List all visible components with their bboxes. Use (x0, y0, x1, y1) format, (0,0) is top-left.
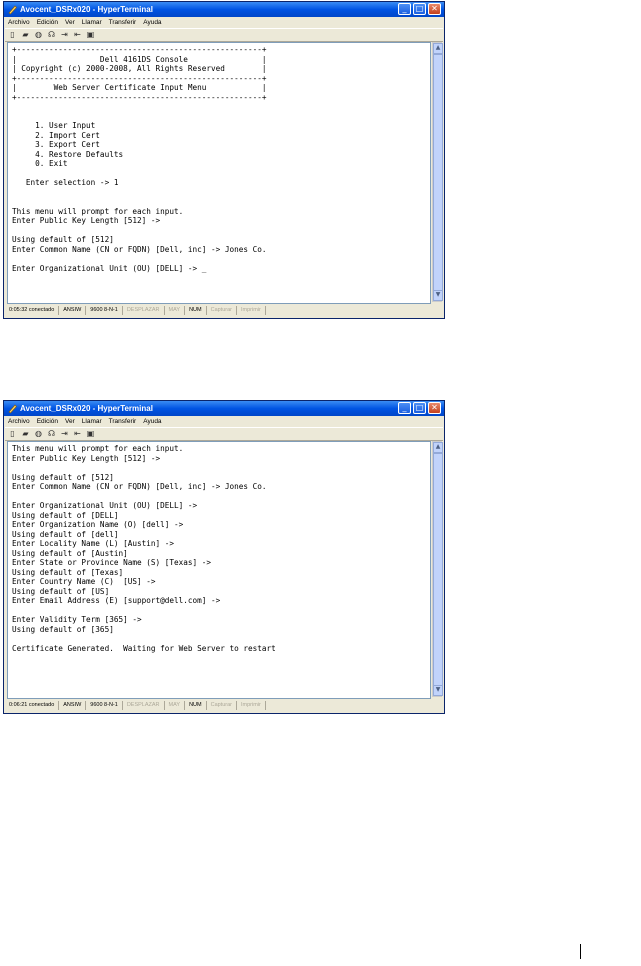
menu-transferir[interactable]: Transferir (109, 418, 137, 425)
scroll-down-arrow-icon[interactable]: ▼ (433, 685, 443, 696)
menu-bar: Archivo Edición Ver Llamar Transferir Ay… (5, 416, 443, 427)
scroll-up-arrow-icon[interactable]: ▲ (433, 442, 443, 453)
status-settings: 9600 8-N-1 (86, 305, 123, 315)
phone-icon (8, 404, 17, 414)
call-icon[interactable]: ◍ (34, 430, 43, 438)
status-emulation: ANSIW (59, 305, 87, 315)
menu-bar: Archivo Edición Ver Llamar Transferir Ay… (5, 17, 443, 28)
toolbar: ▯ ▰ ◍ ☊ ⇥ ⇤ ▣ (5, 28, 443, 42)
menu-archivo[interactable]: Archivo (8, 19, 30, 26)
phone-icon (8, 5, 17, 15)
scroll-thumb[interactable] (433, 453, 443, 686)
status-scroll: DESPLAZAR (123, 700, 165, 710)
hyperterminal-window-1: Avocent_DSRx020 - HyperTerminal _ □ ✕ Ar… (3, 1, 445, 319)
status-caps: MAY (165, 305, 186, 315)
maximize-button[interactable]: □ (413, 3, 426, 15)
terminal-area[interactable]: +---------------------------------------… (7, 42, 431, 304)
window-title: Avocent_DSRx020 - HyperTerminal (20, 404, 153, 413)
status-print: Imprimir (237, 305, 266, 315)
scroll-thumb[interactable] (433, 54, 443, 291)
status-settings: 9600 8-N-1 (86, 700, 123, 710)
menu-ver[interactable]: Ver (65, 418, 75, 425)
menu-ver[interactable]: Ver (65, 19, 75, 26)
menu-llamar[interactable]: Llamar (82, 418, 102, 425)
properties-icon[interactable]: ▣ (86, 430, 95, 438)
hyperterminal-window-2: Avocent_DSRx020 - HyperTerminal _ □ ✕ Ar… (3, 400, 445, 714)
menu-edicion[interactable]: Edición (37, 19, 58, 26)
title-bar[interactable]: Avocent_DSRx020 - HyperTerminal _ □ ✕ (4, 2, 444, 17)
status-caps: MAY (165, 700, 186, 710)
title-bar[interactable]: Avocent_DSRx020 - HyperTerminal _ □ ✕ (4, 401, 444, 416)
open-folder-icon[interactable]: ▰ (21, 31, 30, 39)
menu-archivo[interactable]: Archivo (8, 418, 30, 425)
terminal-text: +---------------------------------------… (12, 45, 267, 273)
new-file-icon[interactable]: ▯ (8, 430, 17, 438)
status-capture: Capturar (207, 700, 237, 710)
minimize-button[interactable]: _ (398, 402, 411, 414)
disconnect-icon[interactable]: ☊ (47, 430, 56, 438)
disconnect-icon[interactable]: ☊ (47, 31, 56, 39)
status-scroll: DESPLAZAR (123, 305, 165, 315)
status-num: NUM (185, 305, 207, 315)
new-file-icon[interactable]: ▯ (8, 31, 17, 39)
scroll-down-arrow-icon[interactable]: ▼ (433, 290, 443, 301)
receive-icon[interactable]: ⇤ (73, 430, 82, 438)
terminal-area[interactable]: This menu will prompt for each input. En… (7, 441, 431, 699)
status-connection-time: 0:05:32 conectado (5, 305, 60, 315)
maximize-button[interactable]: □ (413, 402, 426, 414)
send-icon[interactable]: ⇥ (60, 430, 69, 438)
page-margin-rule (580, 944, 581, 959)
minimize-button[interactable]: _ (398, 3, 411, 15)
status-capture: Capturar (207, 305, 237, 315)
vertical-scrollbar[interactable]: ▲ ▼ (432, 441, 443, 697)
toolbar: ▯ ▰ ◍ ☊ ⇥ ⇤ ▣ (5, 427, 443, 441)
scroll-up-arrow-icon[interactable]: ▲ (433, 43, 443, 54)
properties-icon[interactable]: ▣ (86, 31, 95, 39)
menu-edicion[interactable]: Edición (37, 418, 58, 425)
status-num: NUM (185, 700, 207, 710)
status-bar: 0:06:21 conectado ANSIW 9600 8-N-1 DESPL… (5, 700, 443, 710)
open-folder-icon[interactable]: ▰ (21, 430, 30, 438)
close-button[interactable]: ✕ (428, 402, 441, 414)
vertical-scrollbar[interactable]: ▲ ▼ (432, 42, 443, 302)
call-icon[interactable]: ◍ (34, 31, 43, 39)
send-icon[interactable]: ⇥ (60, 31, 69, 39)
menu-ayuda[interactable]: Ayuda (143, 418, 161, 425)
status-emulation: ANSIW (59, 700, 87, 710)
status-connection-time: 0:06:21 conectado (5, 700, 60, 710)
receive-icon[interactable]: ⇤ (73, 31, 82, 39)
menu-llamar[interactable]: Llamar (82, 19, 102, 26)
status-print: Imprimir (237, 700, 266, 710)
close-button[interactable]: ✕ (428, 3, 441, 15)
status-bar: 0:05:32 conectado ANSIW 9600 8-N-1 DESPL… (5, 305, 443, 315)
terminal-text: This menu will prompt for each input. En… (12, 444, 276, 653)
menu-ayuda[interactable]: Ayuda (143, 19, 161, 26)
menu-transferir[interactable]: Transferir (109, 19, 137, 26)
window-title: Avocent_DSRx020 - HyperTerminal (20, 5, 153, 14)
